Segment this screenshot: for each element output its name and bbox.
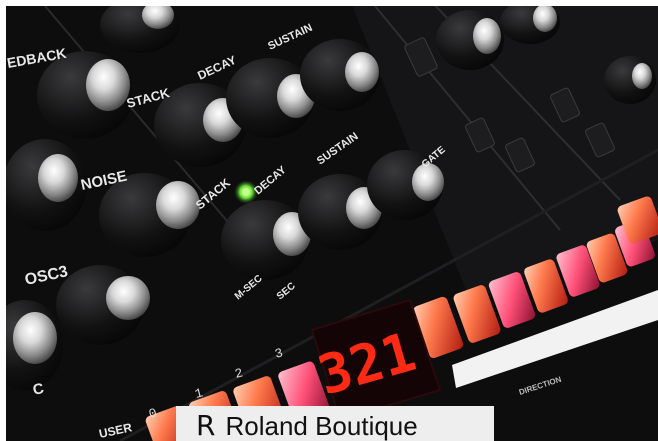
knob-feedback [37, 51, 133, 139]
knob-top-right-1 [436, 10, 504, 70]
synth-photo: EDBACK STACK NOISE OSC3 C DECAY SUSTAIN … [0, 0, 658, 441]
caption-box: R Roland Boutique [176, 406, 494, 441]
roland-logo-icon: R [196, 409, 216, 441]
photo-border-left [0, 0, 6, 441]
knob-sustain-right [300, 39, 380, 111]
photo-scene: EDBACK STACK NOISE OSC3 C DECAY SUSTAIN … [0, 0, 658, 441]
caption-text: Roland Boutique [225, 410, 418, 441]
photo-border-top [0, 0, 658, 6]
knob-noise [3, 139, 87, 231]
knob-top-right-2 [500, 0, 560, 44]
knob-top-right-3 [604, 56, 656, 104]
